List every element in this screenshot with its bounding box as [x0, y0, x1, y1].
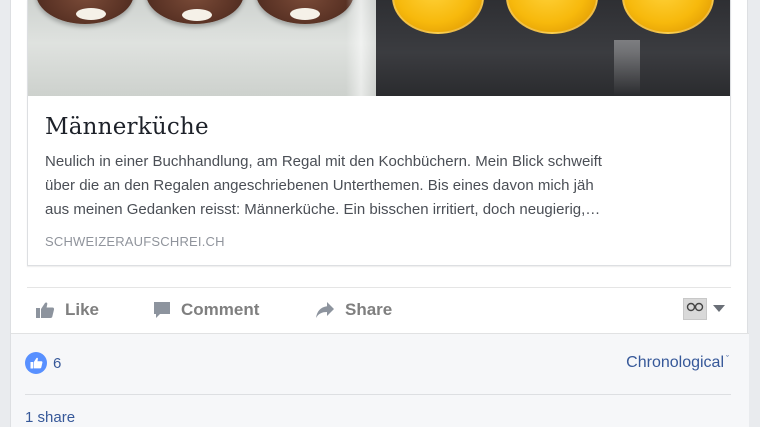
dessert-cup	[146, 0, 244, 24]
avatar	[683, 298, 707, 320]
share-arrow-icon	[316, 302, 334, 318]
reaction-count: 6	[53, 354, 62, 372]
dessert-cup	[36, 0, 134, 24]
share-label: Share	[345, 300, 393, 319]
link-domain: SCHWEIZERAUFSCHREI.CH	[45, 234, 225, 249]
like-label: Like	[65, 300, 100, 319]
juice-photo	[376, 0, 730, 96]
link-description: Neulich in einer Buchhandlung, am Regal …	[45, 153, 602, 218]
glass-reflection	[346, 0, 376, 96]
link-preview-image[interactable]	[28, 0, 730, 96]
juice-glass	[506, 0, 598, 34]
audience-selector[interactable]	[683, 298, 725, 320]
comment-label: Comment	[181, 300, 260, 319]
cream-topping	[76, 8, 106, 20]
share-button[interactable]: Share	[315, 299, 392, 321]
juice-glass	[622, 0, 714, 34]
reactions-summary[interactable]: 6	[25, 352, 61, 374]
link-preview-card[interactable]: Männerküche Neulich in einer Buchhandlun…	[27, 0, 731, 266]
speech-bubble-icon	[154, 302, 170, 318]
dessert-cup	[256, 0, 354, 24]
comment-button[interactable]: Comment	[153, 299, 259, 321]
cream-topping	[182, 9, 212, 21]
caret-down-icon	[713, 305, 725, 312]
light-reflection	[614, 40, 640, 96]
link-title[interactable]: Männerküche	[45, 114, 209, 140]
like-button[interactable]: Like	[35, 299, 99, 321]
facebook-post: Männerküche Neulich in einer Buchhandlun…	[10, 0, 749, 427]
footer-divider	[25, 394, 731, 395]
dessert-photo	[28, 0, 376, 96]
comment-sort-dropdown[interactable]: Chronological ˇ	[626, 354, 729, 372]
glasses-avatar-icon	[686, 302, 704, 312]
share-count-link[interactable]: 1 share	[25, 409, 75, 426]
sort-caret: ˇ	[726, 354, 729, 364]
cream-topping	[290, 8, 320, 20]
post-action-bar: Like Comment Share	[27, 287, 731, 331]
juice-glass	[392, 0, 484, 34]
sort-label: Chronological	[626, 354, 724, 371]
thumbs-up-icon	[36, 302, 55, 318]
thumbs-up-icon	[30, 357, 42, 369]
like-badge-icon	[25, 352, 47, 374]
post-footer: 6 Chronological ˇ 1 share	[11, 333, 749, 427]
